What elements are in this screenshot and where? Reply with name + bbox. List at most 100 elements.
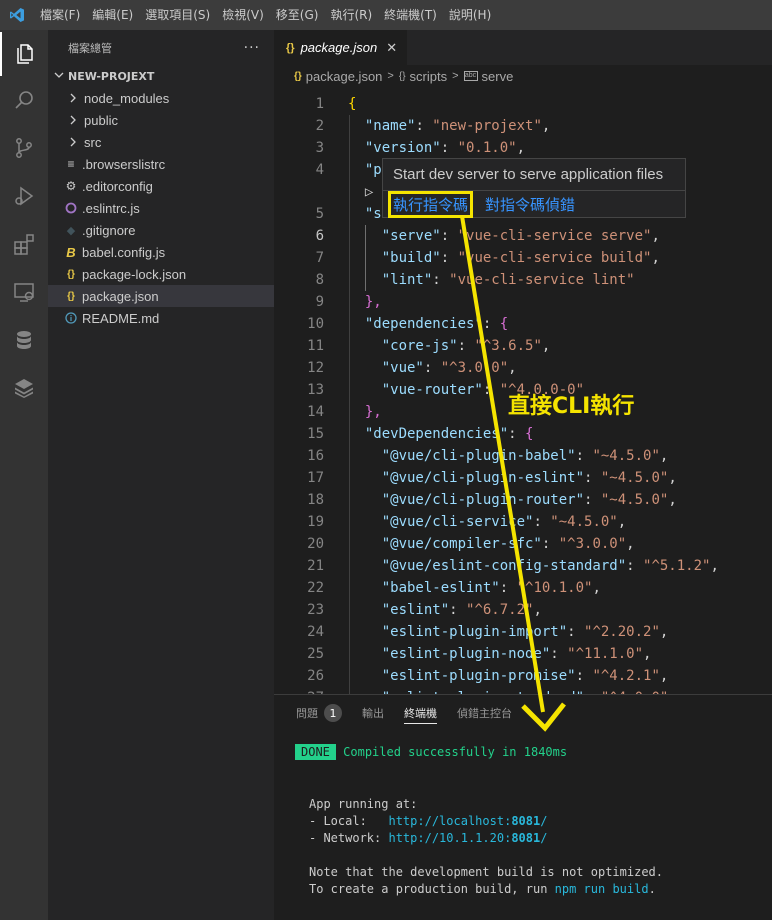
tree-item-label: .eslintrc.js <box>82 200 140 216</box>
code-line: 1{ <box>274 93 772 115</box>
layers-icon[interactable] <box>0 366 48 410</box>
menu-bar: 檔案(F) 編輯(E) 選取項目(S) 檢視(V) 移至(G) 執行(R) 終端機(T) 說明… <box>0 0 772 30</box>
line-number: 27 <box>274 687 324 694</box>
local-url-port[interactable]: 8081 <box>511 814 540 828</box>
annotation-label: 直接CLI執行 <box>508 394 635 419</box>
tree-item-label: src <box>84 134 102 150</box>
line-number: 5 <box>315 206 324 222</box>
tree-item[interactable]: README.md <box>48 307 274 329</box>
code-text: "p <box>364 162 382 178</box>
tree-item[interactable]: .eslintrc.js <box>48 197 274 219</box>
network-url-port[interactable]: 8081 <box>511 831 540 845</box>
terminal-output[interactable]: DONE Compiled successfully in 1840ms App… <box>274 731 772 920</box>
menu-item[interactable]: 移至(G) <box>270 0 325 30</box>
line-number: 20 <box>307 536 324 552</box>
code-text: "eslint-plugin-node": "^11.1.0", <box>381 646 652 662</box>
tree-item[interactable]: Bbabel.config.js <box>48 241 274 263</box>
tree-item-label: package-lock.json <box>82 266 187 282</box>
tree-item[interactable]: ◆ .gitignore <box>48 219 274 241</box>
menu-item[interactable]: 檢視(V) <box>216 0 270 30</box>
extensions-icon[interactable] <box>0 222 48 266</box>
terminal-line: DONE Compiled successfully in 1840ms <box>295 744 567 760</box>
database-icon[interactable] <box>0 318 48 362</box>
tree-item-label: public <box>84 112 118 128</box>
remote-explorer-icon[interactable] <box>0 270 48 314</box>
info-icon <box>63 310 79 326</box>
tab-terminal[interactable]: 終端機 <box>404 702 437 724</box>
line-number: 16 <box>307 448 324 464</box>
tab-package-json[interactable]: {} package.json ✕ <box>274 30 408 65</box>
line-number: 26 <box>307 668 324 684</box>
line-number: 12 <box>307 360 324 376</box>
line-number: 3 <box>315 140 324 156</box>
list-file-icon: ≡ <box>67 157 75 171</box>
vscode-logo-icon <box>0 0 34 30</box>
tree-item[interactable]: ⚙ .editorconfig <box>48 175 274 197</box>
build-command: npm run build <box>554 882 649 896</box>
more-actions-icon[interactable]: ··· <box>244 40 260 56</box>
run-debug-icon[interactable] <box>0 174 48 218</box>
note-2-prefix: To create a production build, run <box>309 882 555 896</box>
chevron-right-icon <box>65 112 81 128</box>
close-icon[interactable]: ✕ <box>386 40 397 56</box>
run-script-link[interactable]: 執行指令碼 <box>388 191 474 218</box>
debug-script-link[interactable]: 對指令碼偵錯 <box>485 194 575 215</box>
tree-item[interactable]: src <box>48 131 274 153</box>
indent-guide <box>348 115 350 694</box>
local-url-suffix[interactable]: / <box>540 814 547 828</box>
file-tree: node_modulespublic src ≡ .browserslistrc ⚙ .e… <box>48 87 274 329</box>
menu-item[interactable]: 執行(R) <box>324 0 378 30</box>
code-text: "devDependencies": { <box>364 426 534 442</box>
code-text: "@vue/cli-plugin-babel": "~4.5.0", <box>381 448 669 464</box>
menu-item[interactable]: 編輯(E) <box>86 0 139 30</box>
code-text: "name": "new-projext", <box>364 118 551 134</box>
menu-item[interactable]: 說明(H) <box>443 0 497 30</box>
network-url-prefix[interactable]: http://10.1.1.20: <box>388 831 511 845</box>
code-text: "@vue/cli-plugin-router": "~4.5.0", <box>381 492 677 508</box>
line-number: 22 <box>307 580 324 596</box>
search-icon[interactable] <box>0 78 48 122</box>
line-number: 23 <box>307 602 324 618</box>
hover-description: Start dev server to serve application fi… <box>383 159 685 191</box>
local-url-line: - Local: http://localhost:8081/ <box>309 814 547 828</box>
explorer-icon[interactable] <box>0 32 48 76</box>
code-text: "s <box>364 206 382 222</box>
tab-output[interactable]: 輸出 <box>362 695 384 731</box>
menu-item[interactable]: 終端機(T) <box>378 0 443 30</box>
tree-item-label: .editorconfig <box>82 178 153 194</box>
tab-problems[interactable]: 問題 1 <box>296 695 342 731</box>
breadcrumb-file[interactable]: package.json <box>306 69 383 84</box>
code-text: "eslint": "^6.7.2", <box>381 602 542 618</box>
network-url-suffix[interactable]: / <box>540 831 547 845</box>
tree-item[interactable]: {} package.json <box>48 285 274 307</box>
menu-item[interactable]: 選取項目(S) <box>139 0 216 30</box>
breadcrumb-scripts[interactable]: scripts <box>410 69 448 84</box>
chevron-right-icon: > <box>452 70 459 82</box>
explorer-sidebar: 檔案總管 ··· NEW-PROJEXT node_modulespublic s… <box>48 30 274 920</box>
line-number: 15 <box>307 426 324 442</box>
gear-icon: ⚙ <box>65 179 77 193</box>
line-number: 24 <box>307 624 324 640</box>
code-text: "@vue/cli-plugin-eslint": "~4.5.0", <box>381 470 677 486</box>
tree-item[interactable]: public <box>48 109 274 131</box>
tree-item[interactable]: node_modules <box>48 87 274 109</box>
code-text: }, <box>364 294 382 310</box>
json-file-icon: {} <box>286 41 295 54</box>
code-text: "build": "vue-cli-service build", <box>381 250 660 266</box>
string-property-icon: abc <box>463 71 478 81</box>
tree-item-label: README.md <box>82 310 160 326</box>
local-url-prefix[interactable]: http://localhost: <box>388 814 511 828</box>
indent-guide <box>365 225 367 291</box>
source-control-icon[interactable] <box>0 126 48 170</box>
menu-item[interactable]: 檔案(F) <box>34 0 86 30</box>
tab-debug-console[interactable]: 偵錯主控台 <box>457 695 512 731</box>
tree-item[interactable]: {} package-lock.json <box>48 263 274 285</box>
sidebar-title: 檔案總管 <box>68 41 112 55</box>
breadcrumb-serve[interactable]: serve <box>482 69 514 84</box>
tree-item[interactable]: ≡ .browserslistrc <box>48 153 274 175</box>
project-root[interactable]: NEW-PROJEXT <box>48 65 274 87</box>
code-text: { <box>348 96 357 112</box>
line-number: 4 <box>315 162 324 178</box>
json-file-icon: {} <box>67 268 75 280</box>
app-running-line: App running at: <box>309 797 418 811</box>
